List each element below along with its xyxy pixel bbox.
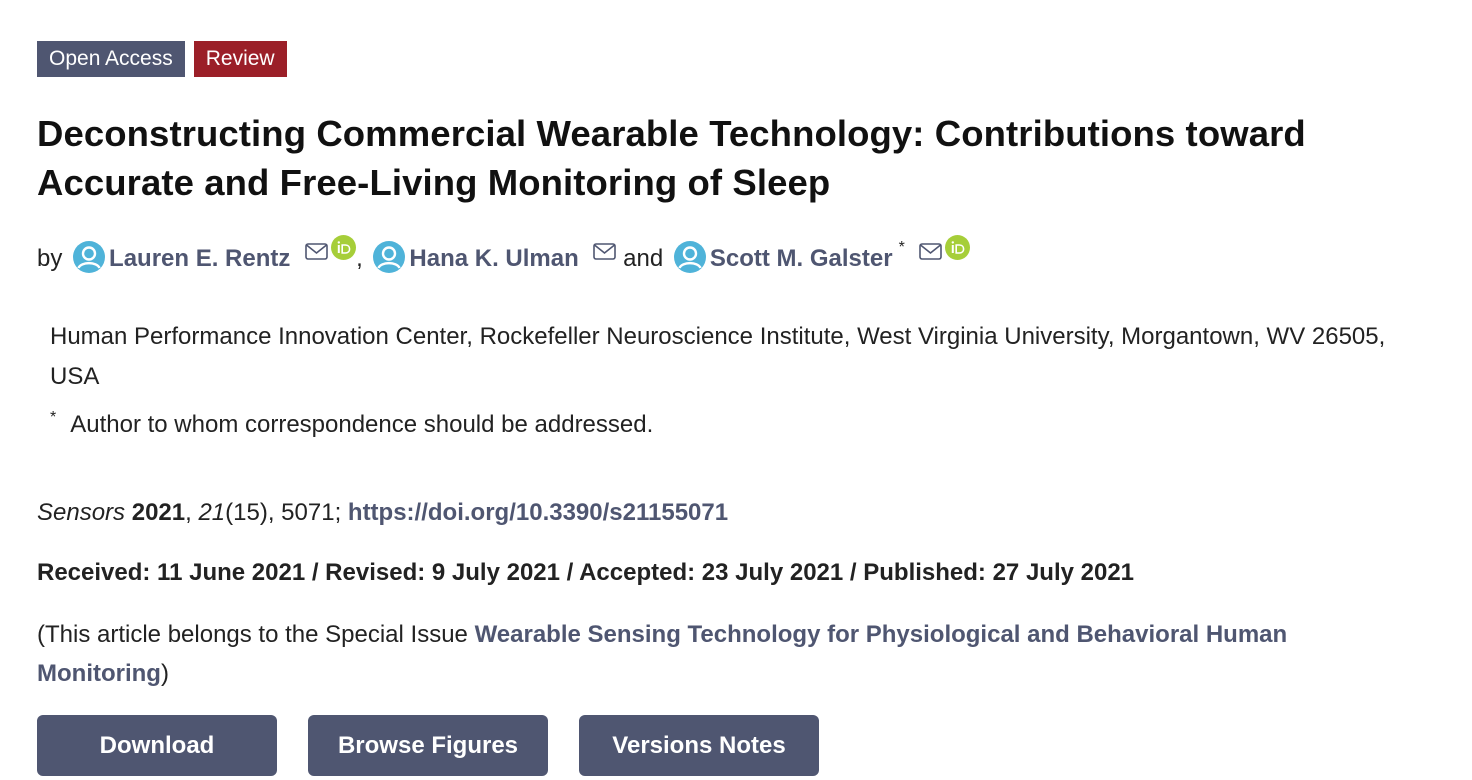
- citation-year: 2021: [131, 499, 186, 526]
- special-issue-suffix: ): [160, 660, 169, 687]
- browse-figures-button[interactable]: Browse Figures: [308, 715, 548, 776]
- publication-dates: Received: 11 June 2021 / Revised: 9 July…: [37, 559, 1135, 586]
- doi-link[interactable]: https://doi.org/10.3390/s21155071: [348, 499, 728, 526]
- author-name[interactable]: Hana K. Ulman: [409, 245, 578, 272]
- journal-name: Sensors: [37, 499, 126, 526]
- correspondence-star: *: [50, 409, 57, 426]
- correspondence-text: Author to whom correspondence should be …: [70, 411, 654, 438]
- review-badge: Review: [193, 41, 287, 77]
- versions-notes-button[interactable]: Versions Notes: [579, 715, 819, 776]
- mail-icon[interactable]: [919, 243, 943, 260]
- user-icon: [73, 241, 106, 273]
- citation: Sensors 2021, 21(15), 5071; https://doi.…: [37, 496, 1437, 530]
- by-label: by: [37, 245, 63, 272]
- affiliation: Human Performance Innovation Center, Roc…: [50, 323, 1386, 390]
- action-buttons: Download Browse Figures Versions Notes: [37, 715, 1437, 776]
- author-name[interactable]: Lauren E. Rentz: [109, 245, 290, 272]
- author-separator: ,: [356, 245, 363, 272]
- orcid-icon[interactable]: [331, 235, 357, 260]
- correspondence-note: * Author to whom correspondence should be…: [50, 401, 1437, 442]
- user-icon: [373, 241, 406, 273]
- special-issue-note: (This article belongs to the Special Iss…: [37, 615, 1357, 693]
- badge-row: Open Access Review: [37, 41, 1437, 77]
- orcid-icon[interactable]: [945, 235, 971, 260]
- download-button[interactable]: Download: [37, 715, 277, 776]
- open-access-badge[interactable]: Open Access: [37, 41, 185, 77]
- citation-issue-pages: (15), 5071;: [225, 499, 348, 526]
- special-issue-prefix: (This article belongs to the Special Iss…: [37, 621, 475, 648]
- and-label: and: [623, 245, 664, 272]
- author-name[interactable]: Scott M. Galster: [710, 245, 893, 272]
- corresponding-star: *: [898, 239, 905, 256]
- mail-icon[interactable]: [593, 243, 617, 260]
- user-icon: [673, 241, 706, 273]
- article-header: Open Access Review Deconstructing Commer…: [37, 41, 1437, 776]
- citation-volume: 21: [198, 499, 226, 526]
- article-title: Deconstructing Commercial Wearable Techn…: [37, 113, 1306, 203]
- author-list: by Lauren E. Rentz , Hana K. Ulman and S…: [37, 231, 1437, 276]
- mail-icon[interactable]: [305, 243, 328, 260]
- citation-separator: ,: [185, 499, 199, 526]
